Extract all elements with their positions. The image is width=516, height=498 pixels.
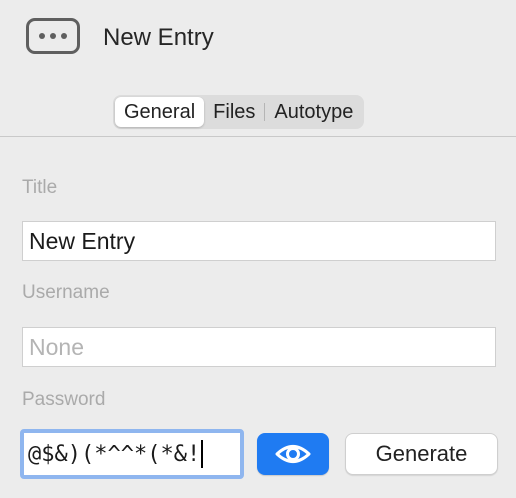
entry-title-heading: New Entry (103, 24, 214, 51)
ellipsis-box-icon (26, 18, 80, 54)
username-field[interactable] (22, 327, 496, 367)
tab-bar: General Files Autotype (113, 95, 365, 129)
dot (61, 33, 67, 39)
text-caret (201, 440, 204, 468)
title-field[interactable] (22, 221, 496, 261)
username-label: Username (22, 282, 110, 303)
tab-files[interactable]: Files (204, 97, 264, 127)
password-label: Password (22, 389, 106, 410)
password-field[interactable]: @$&)(*^^*(*&! (20, 429, 244, 479)
reveal-password-button[interactable] (257, 433, 329, 475)
tab-autotype[interactable]: Autotype (265, 97, 362, 127)
password-value: @$&)(*^^*(*&! (28, 441, 201, 467)
header-divider (0, 136, 516, 137)
eye-icon (275, 445, 311, 463)
dot (39, 33, 45, 39)
generate-button[interactable]: Generate (345, 433, 498, 475)
dot (50, 33, 56, 39)
title-label: Title (22, 177, 58, 198)
tab-general[interactable]: General (115, 97, 205, 127)
